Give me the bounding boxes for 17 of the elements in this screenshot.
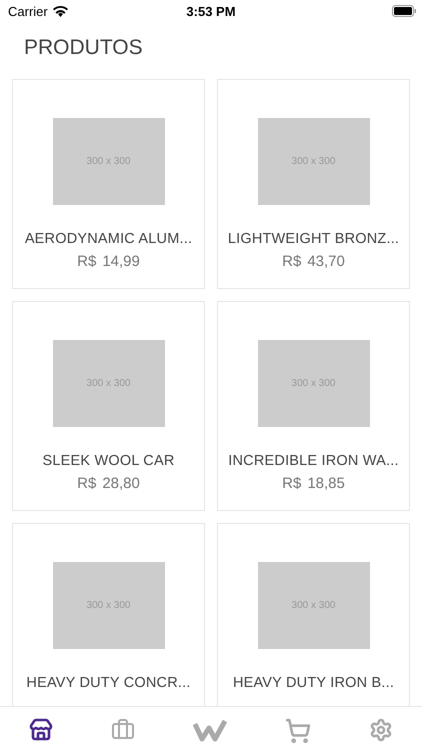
product-name: SLEEK WOOL CAR — [42, 453, 174, 469]
currency-label: R$ — [282, 253, 302, 270]
product-price: 14,99 — [102, 253, 140, 270]
status-time: 3:53 PM — [186, 4, 236, 18]
currency-label: R$ — [77, 253, 96, 270]
product-name: LIGHTWEIGHT BRONZ... — [228, 231, 400, 247]
carrier-label: Carrier — [8, 4, 48, 18]
currency-label: R$ — [282, 475, 302, 492]
product-price: 28,80 — [102, 475, 140, 492]
page-title: PRODUTOS — [24, 36, 144, 61]
product-name: HEAVY DUTY CONCR... — [26, 675, 191, 691]
product-name: INCREDIBLE IRON WA... — [228, 453, 399, 469]
currency-label: R$ — [77, 475, 96, 492]
product-name: HEAVY DUTY IRON B... — [232, 675, 394, 691]
product-price: 43,70 — [307, 253, 345, 270]
product-name: AERODYNAMIC ALUM... — [24, 231, 192, 247]
product-price: 18,85 — [307, 475, 345, 492]
